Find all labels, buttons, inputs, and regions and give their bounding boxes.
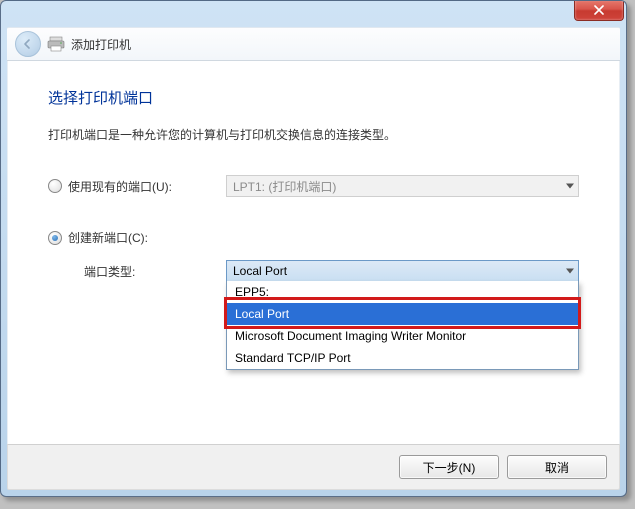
combo-port-type[interactable]: Local Port xyxy=(226,260,579,282)
dropdown-item-tcpip[interactable]: Standard TCP/IP Port xyxy=(227,347,578,369)
row-create-new: 创建新端口(C): xyxy=(48,229,579,246)
dropdown-port-type: EPP5: Local Port Microsoft Document Imag… xyxy=(226,281,579,370)
page-subtext: 打印机端口是一种允许您的计算机与打印机交换信息的连接类型。 xyxy=(48,126,579,143)
printer-icon xyxy=(47,36,65,52)
dropdown-item-msdiwm[interactable]: Microsoft Document Imaging Writer Monito… xyxy=(227,325,578,347)
radio-use-existing[interactable] xyxy=(48,179,62,193)
chevron-down-icon xyxy=(566,269,574,274)
combo-port-type-value: Local Port xyxy=(233,264,287,278)
back-arrow-icon xyxy=(22,38,34,50)
label-use-existing: 使用现有的端口(U): xyxy=(68,178,172,195)
combo-existing-port: LPT1: (打印机端口) xyxy=(226,175,579,197)
combo-existing-port-value: LPT1: (打印机端口) xyxy=(233,178,336,195)
close-icon xyxy=(593,5,605,15)
back-button[interactable] xyxy=(15,31,41,57)
next-button[interactable]: 下一步(N) xyxy=(399,455,499,479)
row-port-type: 端口类型: Local Port xyxy=(48,260,579,282)
page-heading: 选择打印机端口 xyxy=(48,87,579,108)
footer-bar: 下一步(N) 取消 xyxy=(7,444,620,490)
cancel-button[interactable]: 取消 xyxy=(507,455,607,479)
content-area: 选择打印机端口 打印机端口是一种允许您的计算机与打印机交换信息的连接类型。 使用… xyxy=(7,61,620,444)
dialog-window: 添加打印机 选择打印机端口 打印机端口是一种允许您的计算机与打印机交换信息的连接… xyxy=(0,0,627,497)
radio-create-new[interactable] xyxy=(48,231,62,245)
label-create-new: 创建新端口(C): xyxy=(68,229,148,246)
header-title: 添加打印机 xyxy=(71,36,131,53)
header-bar: 添加打印机 xyxy=(7,27,620,61)
dropdown-item-local-port[interactable]: Local Port xyxy=(227,303,578,325)
close-button[interactable] xyxy=(574,0,624,21)
titlebar xyxy=(1,1,626,27)
chevron-down-icon xyxy=(566,184,574,189)
dropdown-item-epp5[interactable]: EPP5: xyxy=(227,281,578,303)
row-use-existing: 使用现有的端口(U): LPT1: (打印机端口) xyxy=(48,175,579,197)
label-port-type: 端口类型: xyxy=(48,263,226,280)
